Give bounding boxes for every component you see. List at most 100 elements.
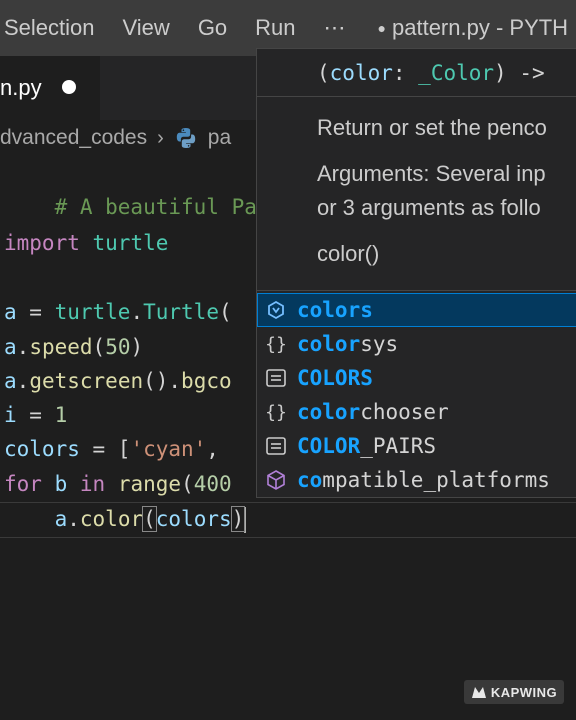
sig-type: _Color bbox=[418, 61, 495, 85]
constant-icon bbox=[263, 433, 289, 459]
suggestion-match: color bbox=[297, 400, 361, 424]
suggestion-rest: mpatible_platforms bbox=[322, 468, 550, 492]
doc-line-3: or 3 arguments as follo bbox=[317, 195, 541, 220]
kapwing-watermark: KAPWING bbox=[464, 680, 564, 704]
parameter-hints-widget: (color: _Color) -> Return or set the pen… bbox=[256, 48, 576, 292]
breadcrumb-file[interactable]: pa bbox=[208, 126, 231, 150]
signature-docs: Return or set the penco Arguments: Sever… bbox=[317, 111, 576, 283]
number-literal: 50 bbox=[105, 335, 131, 359]
code-line-7[interactable]: a.getscreen().bgco bbox=[4, 364, 232, 398]
menu-view[interactable]: View bbox=[109, 15, 184, 41]
text-cursor bbox=[244, 507, 247, 533]
doc-line-1: Return or set the penco bbox=[317, 115, 547, 140]
doc-line-2: Arguments: Several inp bbox=[317, 161, 546, 186]
op-dot: . bbox=[130, 300, 144, 324]
module-icon: {} bbox=[265, 333, 287, 355]
suggestion-item[interactable]: COLOR _PAIRS bbox=[257, 429, 576, 463]
bracket-open: ( bbox=[142, 506, 157, 532]
code-line-5[interactable]: a = turtle.Turtle( bbox=[4, 295, 232, 329]
var-b: b bbox=[41, 472, 80, 496]
number-literal: 400 bbox=[193, 472, 232, 496]
code-comment: # A beautiful Patt bbox=[54, 195, 283, 219]
func-speed: speed bbox=[29, 335, 93, 359]
op-dot: . bbox=[67, 507, 80, 531]
code-line-8[interactable]: i = 1 bbox=[4, 398, 67, 432]
sig-open: ( bbox=[317, 61, 330, 85]
suggestion-item[interactable]: {} color sys bbox=[257, 327, 576, 361]
signature: (color: _Color) -> bbox=[257, 49, 576, 97]
suggestion-rest: _PAIRS bbox=[360, 434, 437, 458]
watermark-text: KAPWING bbox=[490, 684, 558, 700]
var-a: a bbox=[4, 369, 17, 393]
breadcrumb-folder[interactable]: dvanced_codes bbox=[0, 126, 147, 150]
window-title: ● pattern.py - PYTH bbox=[360, 15, 569, 41]
op-paren: ( bbox=[181, 472, 194, 496]
python-file-icon bbox=[176, 128, 195, 148]
menu-go[interactable]: Go bbox=[184, 15, 241, 41]
field-icon bbox=[263, 467, 289, 493]
suggestion-list: colors {} color sys COLORS {} color choose… bbox=[256, 290, 576, 498]
class-ref: Turtle bbox=[143, 300, 219, 324]
var-a: a bbox=[4, 335, 17, 359]
sig-colon: : bbox=[392, 61, 419, 85]
op-eq: = bbox=[16, 300, 55, 324]
code-line-9[interactable]: colors = ['cyan', bbox=[4, 432, 219, 466]
suggestion-match: color bbox=[297, 332, 361, 356]
suggestion-match: COLORS bbox=[297, 366, 373, 390]
module-ref: turtle bbox=[54, 300, 131, 324]
op-paren: ) bbox=[130, 335, 144, 359]
var-a: a bbox=[54, 507, 68, 531]
var-i: i bbox=[4, 403, 17, 427]
suggestion-item[interactable]: COLORS bbox=[257, 361, 576, 395]
code-line-1[interactable]: # A beautiful Patt bbox=[4, 156, 283, 219]
sig-param: color bbox=[329, 61, 393, 85]
variable-icon bbox=[263, 297, 289, 323]
unsaved-dot-icon: ● bbox=[377, 20, 386, 36]
chevron-right-icon: › bbox=[157, 126, 164, 149]
suggestion-match: colors bbox=[297, 298, 373, 322]
var-a: a bbox=[4, 300, 17, 324]
menu-more[interactable]: ⋯ bbox=[310, 15, 360, 41]
keyword-in: in bbox=[79, 472, 106, 496]
tab-label: n.py bbox=[0, 75, 42, 100]
bracket-close: ) bbox=[230, 506, 246, 532]
op-dot: . bbox=[16, 335, 30, 359]
suggestion-rest: chooser bbox=[360, 400, 449, 424]
tab-pattern-py[interactable]: n.py bbox=[0, 56, 100, 120]
op-call: (). bbox=[143, 369, 182, 393]
suggestion-item[interactable]: colors bbox=[257, 293, 576, 327]
module-name: turtle bbox=[92, 231, 169, 255]
suggestion-item[interactable]: {} color chooser bbox=[257, 395, 576, 429]
var-colors: colors bbox=[4, 437, 80, 461]
arg-colors: colors bbox=[155, 507, 232, 531]
keyword-for: for bbox=[4, 472, 42, 496]
suggestion-item[interactable]: co mpatible_platforms bbox=[257, 463, 576, 497]
doc-line-4: color() bbox=[317, 241, 380, 266]
code-line-6[interactable]: a.speed(50) bbox=[4, 330, 143, 364]
code-line-3[interactable]: import turtle bbox=[4, 226, 168, 260]
string-literal: 'cyan' bbox=[130, 437, 207, 461]
sig-return: ) -> bbox=[494, 61, 545, 85]
op-paren: ( bbox=[218, 300, 232, 324]
menu-run[interactable]: Run bbox=[241, 15, 309, 41]
op-eq: = bbox=[16, 403, 55, 427]
number-literal: 1 bbox=[54, 403, 68, 427]
op-dot: . bbox=[16, 369, 30, 393]
kapwing-logo-icon bbox=[471, 687, 486, 698]
func-bgcolor: bgco bbox=[181, 369, 232, 393]
window-title-text: pattern.py - PYTH bbox=[392, 15, 569, 40]
op-comma: , bbox=[206, 437, 219, 461]
module-icon: {} bbox=[265, 401, 287, 423]
suggestion-match: co bbox=[297, 468, 323, 492]
menu-selection[interactable]: Selection bbox=[0, 15, 109, 41]
code-line-11[interactable]: a.color(colors) bbox=[4, 502, 247, 536]
unsaved-indicator-icon[interactable] bbox=[62, 80, 76, 94]
suggestion-match: COLOR bbox=[297, 434, 361, 458]
op-eq: = [ bbox=[79, 437, 131, 461]
func-range: range bbox=[117, 472, 182, 496]
code-line-10[interactable]: for b in range(400 bbox=[4, 467, 232, 501]
keyword-import: import bbox=[4, 231, 80, 255]
constant-icon bbox=[263, 365, 289, 391]
